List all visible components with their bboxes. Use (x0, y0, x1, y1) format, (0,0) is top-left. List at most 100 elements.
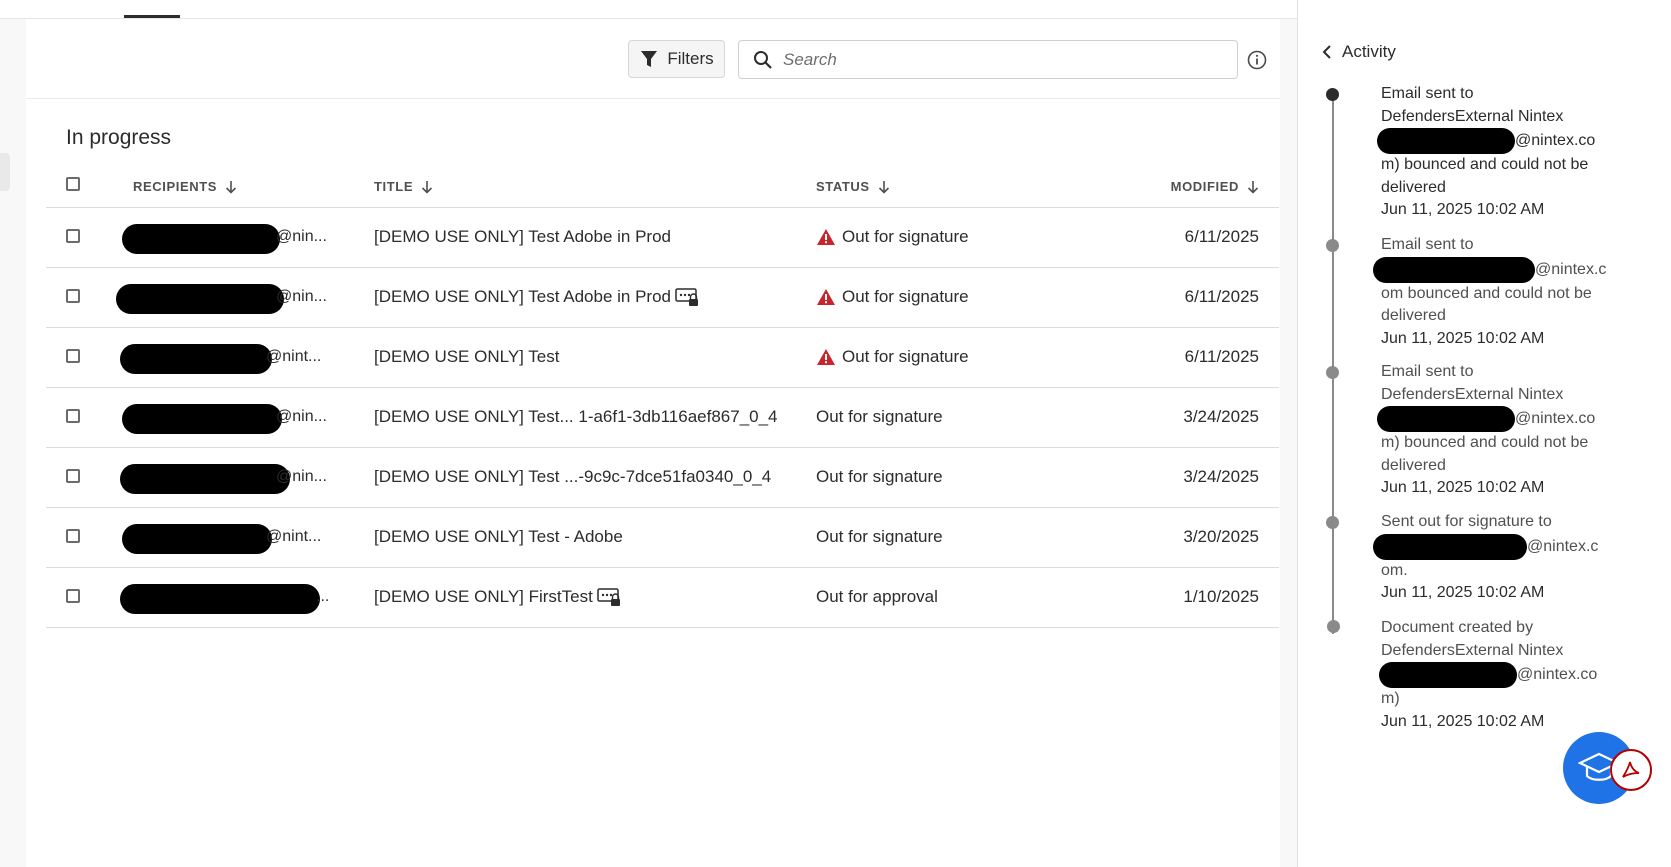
activity-item: Email sent to DefendersExternal Nintex @… (1377, 361, 1611, 500)
timeline-dot (1326, 516, 1339, 529)
row-checkbox[interactable] (66, 469, 80, 483)
modified-date: 6/11/2025 (1184, 227, 1259, 246)
activity-text: Email sent to (1381, 236, 1474, 253)
redaction-mark (122, 524, 272, 554)
modified-date: 1/10/2025 (1183, 587, 1259, 606)
search-icon (753, 50, 773, 70)
activity-text: @nintex.c (1373, 256, 1611, 283)
agreement-title-link[interactable]: [DEMO USE ONLY] Test (374, 347, 559, 367)
redaction-mark (1373, 256, 1535, 283)
recipient-cell: @nin... (118, 224, 383, 254)
warning-icon (817, 349, 835, 365)
status-cell: Out for approval (816, 587, 938, 607)
table-row[interactable]: @nin... [DEMO USE ONLY] Test... 1-a6f1-3… (46, 388, 1279, 448)
agreement-title-link[interactable]: [DEMO USE ONLY] Test Adobe in Prod (374, 227, 671, 247)
activity-email-suffix: @nintex.c (1527, 537, 1599, 555)
modified-date: 6/11/2025 (1184, 347, 1259, 366)
status-text: Out for signature (842, 347, 969, 366)
activity-text: m) bounced and could not be (1381, 156, 1589, 173)
status-text: Out for approval (816, 587, 938, 606)
row-checkbox[interactable] (66, 529, 80, 543)
redaction-mark (1379, 662, 1517, 688)
recipient-email: @nint... (266, 528, 322, 545)
activity-item: Email sent to @nintex.c om bounced and c… (1373, 234, 1611, 350)
modified-date: 3/20/2025 (1183, 527, 1259, 546)
row-checkbox[interactable] (66, 349, 80, 363)
private-message-lock-icon (675, 288, 699, 306)
filters-button[interactable]: Filters (628, 40, 725, 78)
agreement-title: [DEMO USE ONLY] Test - Adobe (374, 527, 623, 546)
activity-text: om bounced and could not be (1381, 284, 1592, 302)
agreement-title-link[interactable]: [DEMO USE ONLY] Test - Adobe (374, 527, 623, 547)
agreement-title-link[interactable]: [DEMO USE ONLY] Test ...-9c9c-7dce51fa03… (374, 467, 771, 487)
sort-arrow-icon (878, 180, 889, 194)
row-checkbox[interactable] (66, 589, 80, 603)
row-checkbox[interactable] (66, 409, 80, 423)
active-tab-indicator (124, 15, 180, 18)
activity-timestamp: Jun 11, 2025 10:02 AM (1381, 712, 1545, 730)
column-header-label: STATUS (816, 179, 870, 194)
private-message-lock-icon (597, 588, 620, 606)
redaction-mark (1373, 533, 1527, 560)
agreement-title: [DEMO USE ONLY] Test... 1-a6f1-3db116aef… (374, 407, 778, 426)
column-header-label: TITLE (374, 179, 414, 194)
table-row[interactable]: ... [DEMO USE ONLY] FirstTest Out for ap… (46, 568, 1279, 628)
agreement-title-link[interactable]: [DEMO USE ONLY] Test... 1-a6f1-3db116aef… (374, 407, 778, 427)
agreement-title: [DEMO USE ONLY] Test ...-9c9c-7dce51fa03… (374, 467, 772, 486)
row-checkbox[interactable] (66, 229, 80, 243)
activity-text: m) (1381, 690, 1400, 707)
sidebar-selection-marker[interactable] (0, 153, 10, 191)
status-text: Out for signature (842, 287, 969, 306)
status-cell: Out for signature (816, 347, 969, 367)
activity-timestamp: Jun 11, 2025 10:02 AM (1381, 584, 1545, 601)
activity-text: @nintex.co (1379, 662, 1611, 688)
filter-funnel-icon (641, 51, 658, 67)
agreement-title-link[interactable]: [DEMO USE ONLY] FirstTest (374, 587, 621, 607)
section-title: In progress (66, 126, 172, 149)
activity-timestamp: Jun 11, 2025 10:02 AM (1381, 201, 1545, 218)
info-icon[interactable] (1247, 50, 1267, 75)
row-checkbox[interactable] (66, 289, 80, 303)
table-row[interactable]: @nint... [DEMO USE ONLY] Test Out for si… (46, 328, 1279, 388)
column-header-label: MODIFIED (1170, 179, 1239, 194)
table-row[interactable]: @nin... [DEMO USE ONLY] Test Adobe in Pr… (46, 268, 1279, 328)
column-header-modified[interactable]: MODIFIED (1171, 179, 1259, 194)
status-text: Out for signature (816, 407, 943, 426)
column-header-title[interactable]: TITLE (374, 179, 433, 194)
activity-email-suffix: @nintex.co (1517, 666, 1598, 684)
select-all-checkbox[interactable] (66, 177, 80, 191)
redaction-mark (1377, 128, 1515, 154)
modified-date: 3/24/2025 (1183, 407, 1259, 426)
activity-text: Email sent to (1381, 85, 1474, 102)
table-row[interactable]: @nint... [DEMO USE ONLY] Test - Adobe Ou… (46, 508, 1279, 568)
activity-text: Document created by (1381, 619, 1534, 636)
adobe-acrobat-icon[interactable] (1610, 749, 1652, 791)
status-cell: Out for signature (816, 287, 969, 307)
activity-text: @nintex.co (1377, 128, 1611, 154)
agreement-title-link[interactable]: [DEMO USE ONLY] Test Adobe in Prod (374, 287, 699, 307)
warning-icon (817, 229, 835, 245)
timeline-dot (1326, 239, 1339, 252)
activity-item: Sent out for signature to @nintex.c om. … (1373, 511, 1611, 605)
column-header-recipients[interactable]: RECIPIENTS (133, 179, 237, 194)
toolbar-divider (26, 98, 1280, 99)
agreement-title: [DEMO USE ONLY] Test (374, 347, 560, 366)
recipient-email: @nin... (276, 228, 327, 245)
activity-text: Email sent to (1381, 363, 1474, 380)
search-field[interactable] (738, 40, 1238, 79)
activity-text: delivered (1381, 178, 1446, 196)
table-row[interactable]: @nin... [DEMO USE ONLY] Test Adobe in Pr… (46, 208, 1279, 268)
search-input[interactable] (781, 48, 1205, 71)
redaction-mark (1377, 406, 1515, 432)
activity-email-suffix: @nintex.c (1535, 260, 1607, 278)
column-header-label: RECIPIENTS (133, 179, 218, 194)
activity-email-suffix: @nintex.co (1515, 132, 1596, 150)
activity-email-suffix: @nintex.co (1515, 410, 1596, 428)
activity-text: delivered (1381, 307, 1446, 324)
modified-date: 6/11/2025 (1184, 287, 1259, 306)
redaction-mark (120, 584, 320, 614)
recipient-email: @nint... (266, 348, 322, 365)
column-header-status[interactable]: STATUS (816, 179, 890, 194)
activity-back-button[interactable]: Activity (1322, 42, 1396, 62)
table-row[interactable]: @nin... [DEMO USE ONLY] Test ...-9c9c-7d… (46, 448, 1279, 508)
